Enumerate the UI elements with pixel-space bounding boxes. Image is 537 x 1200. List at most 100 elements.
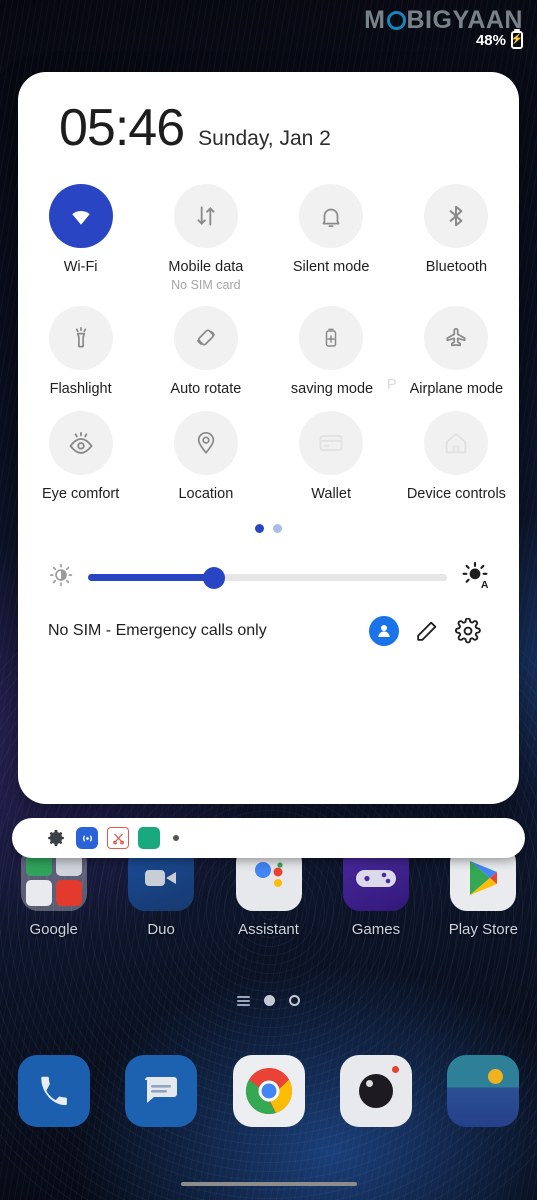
phone-icon: [17, 1055, 90, 1127]
clock-time: 05:46: [59, 99, 185, 157]
dock-gallery[interactable]: [430, 1055, 537, 1127]
battery-plus-glyph: [325, 328, 337, 347]
qs-page-dot-2[interactable]: [273, 524, 282, 533]
message-bubble-glyph: [145, 1077, 178, 1103]
eye-glyph: [68, 432, 93, 454]
watermark-ring: [386, 11, 406, 30]
qs-page-dot-1[interactable]: [255, 524, 264, 533]
chrome-glyph: [245, 1068, 292, 1115]
tile-label-power-saving-mode: Power saving mode: [289, 381, 374, 397]
tile-row-1: Wi-Fi Mobile data No SIM card Silent mod…: [18, 170, 519, 292]
tile-location[interactable]: Location: [143, 397, 268, 502]
app-label-google: Google: [29, 921, 78, 938]
brightness-low-icon: [48, 562, 74, 593]
gamepad-glyph: [355, 870, 396, 887]
dock-messages[interactable]: [107, 1055, 214, 1127]
tile-label-eye-comfort: Eye comfort: [41, 486, 120, 502]
app-games[interactable]: Games: [322, 845, 429, 938]
tile-flashlight[interactable]: Flashlight: [18, 292, 143, 397]
tile-eye-comfort[interactable]: Eye comfort: [18, 397, 143, 502]
phone-screen: M BIGYAAN 48% ⚡ Google Duo Assistant Gam…: [0, 0, 537, 1200]
tile-row-3: Eye comfort Location Wallet Device contr…: [18, 397, 519, 502]
gear-glyph: [48, 830, 64, 846]
brightness-slider-thumb[interactable]: [202, 566, 225, 589]
mobile-data-icon: [173, 184, 238, 248]
gallery-icon: [447, 1055, 520, 1127]
tile-wifi[interactable]: Wi-Fi: [18, 170, 143, 292]
tile-airplane-mode[interactable]: Airplane mode: [394, 292, 519, 397]
location-pin-icon: [173, 411, 238, 475]
charging-bolt-glyph: ⚡: [510, 34, 524, 45]
tile-device-controls[interactable]: Device controls: [394, 397, 519, 502]
sim-status-text: No SIM - Emergency calls only: [48, 622, 267, 639]
flashlight-glyph: [75, 326, 86, 348]
dock-camera[interactable]: [322, 1055, 429, 1127]
tile-silent-mode[interactable]: Silent mode: [269, 170, 394, 292]
gear-icon[interactable]: [45, 827, 67, 849]
person-glyph: [378, 625, 390, 637]
home-page-dot-active[interactable]: [264, 995, 275, 1006]
app-label-games: Games: [351, 921, 401, 938]
home-page-dot-2[interactable]: [289, 995, 300, 1006]
camera-lens-glyph: [358, 1074, 393, 1108]
app-label-assistant: Assistant: [238, 921, 299, 938]
auto-rotate-icon: [173, 306, 238, 370]
gear-icon: [455, 618, 481, 644]
brightness-slider-fill: [88, 574, 214, 581]
home-page-indicator[interactable]: [0, 995, 537, 1006]
app-play-store[interactable]: Play Store: [430, 845, 537, 938]
qs-page-dots[interactable]: [18, 524, 519, 533]
hotspot-icon[interactable]: [76, 827, 98, 849]
card-glyph: [319, 435, 343, 451]
settings-button[interactable]: [447, 618, 489, 644]
tile-power-saving-mode[interactable]: Power saving mode: [269, 292, 394, 397]
bluetooth-icon: [424, 184, 489, 248]
pencil-edit-icon: [416, 621, 436, 641]
home-app-row: Google Duo Assistant Games Play Store: [0, 845, 537, 938]
folder-tile-4: [55, 880, 82, 906]
qs-footer: No SIM - Emergency calls only: [18, 594, 519, 646]
hotspot-waves-glyph: [82, 835, 92, 841]
battery-percent-label: 48%: [475, 31, 506, 49]
tile-label-silent-mode: Silent mode: [292, 259, 370, 275]
tile-label-bluetooth: Bluetooth: [425, 259, 488, 275]
app-google[interactable]: Google: [0, 845, 107, 938]
battery-charging-icon: ⚡: [511, 31, 523, 49]
tile-auto-rotate[interactable]: Auto rotate: [143, 292, 268, 397]
dock-chrome[interactable]: [215, 1055, 322, 1127]
app-assistant[interactable]: Assistant: [215, 845, 322, 938]
app-label-play-store: Play Store: [448, 921, 518, 938]
eye-icon: [48, 411, 113, 475]
pin-glyph: [197, 432, 215, 454]
bluetooth-glyph: [449, 205, 463, 227]
rotate-glyph: [196, 329, 215, 346]
status-bar: M BIGYAAN 48% ⚡: [0, 0, 537, 58]
camera-icon: [339, 1055, 412, 1127]
clock-row: 05:46 Sunday, Jan 2: [18, 72, 519, 154]
chrome-icon: [232, 1055, 305, 1127]
tile-bluetooth[interactable]: Bluetooth: [394, 170, 519, 292]
app-duo[interactable]: Duo: [107, 845, 214, 938]
user-avatar-button[interactable]: [363, 616, 405, 646]
flashlight-icon: [48, 306, 113, 370]
ongoing-notification-strip[interactable]: [12, 818, 525, 858]
menu-lines-icon[interactable]: [237, 995, 250, 1006]
tile-label-flashlight: Flashlight: [49, 381, 112, 397]
dock-phone[interactable]: [0, 1055, 107, 1127]
assistant-dots-glyph: [254, 862, 283, 887]
brightness-slider[interactable]: [88, 566, 447, 589]
edit-button[interactable]: [405, 619, 447, 644]
data-arrows-glyph: [197, 206, 215, 226]
tile-mobile-data[interactable]: Mobile data No SIM card: [143, 170, 268, 292]
battery-saver-icon: [299, 306, 364, 370]
green-app-icon[interactable]: [138, 827, 160, 849]
brightness-auto-icon[interactable]: A: [461, 561, 489, 594]
tile-label-mobile-data: Mobile data: [168, 259, 244, 275]
user-avatar-icon: [369, 616, 399, 646]
tile-wallet[interactable]: Wallet: [269, 397, 394, 502]
navigation-gesture-bar[interactable]: [180, 1182, 357, 1186]
bell-glyph: [322, 208, 340, 227]
screenshot-scissors-icon[interactable]: [107, 827, 129, 849]
house-glyph: [446, 433, 467, 454]
tile-label-auto-rotate: Auto rotate: [170, 381, 242, 397]
